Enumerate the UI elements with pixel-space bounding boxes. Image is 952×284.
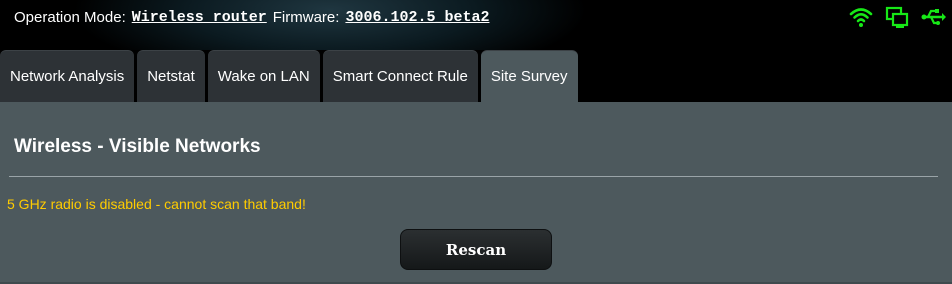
page-title: Wireless - Visible Networks xyxy=(14,136,261,157)
tab-wake-on-lan[interactable]: Wake on LAN xyxy=(207,50,320,102)
firmware-label: Firmware: xyxy=(272,8,340,26)
band-disabled-warning: 5 GHz radio is disabled - cannot scan th… xyxy=(7,196,306,212)
app-status-icon[interactable] xyxy=(884,4,910,30)
status-icons xyxy=(848,4,946,30)
operation-mode-line: Operation Mode: Wireless router Firmware… xyxy=(14,6,495,28)
firmware-link[interactable]: 3006.102.5_beta2 xyxy=(345,9,489,26)
title-divider xyxy=(9,176,938,177)
top-status-bar: Operation Mode: Wireless router Firmware… xyxy=(0,0,952,50)
operation-mode-link[interactable]: Wireless router xyxy=(132,9,267,26)
usb-icon[interactable] xyxy=(920,4,946,30)
operation-mode-label: Operation Mode: xyxy=(14,8,126,26)
tab-network-analysis[interactable]: Network Analysis xyxy=(0,50,135,102)
tab-site-survey[interactable]: Site Survey xyxy=(480,50,578,102)
tab-smart-connect-rule[interactable]: Smart Connect Rule xyxy=(322,50,478,102)
tab-bar: Network Analysis Netstat Wake on LAN Sma… xyxy=(0,50,578,102)
wifi-icon[interactable] xyxy=(848,4,874,30)
content-panel: Wireless - Visible Networks 5 GHz radio … xyxy=(0,102,952,284)
rescan-button[interactable]: Rescan xyxy=(400,229,552,270)
tab-netstat[interactable]: Netstat xyxy=(137,50,205,102)
